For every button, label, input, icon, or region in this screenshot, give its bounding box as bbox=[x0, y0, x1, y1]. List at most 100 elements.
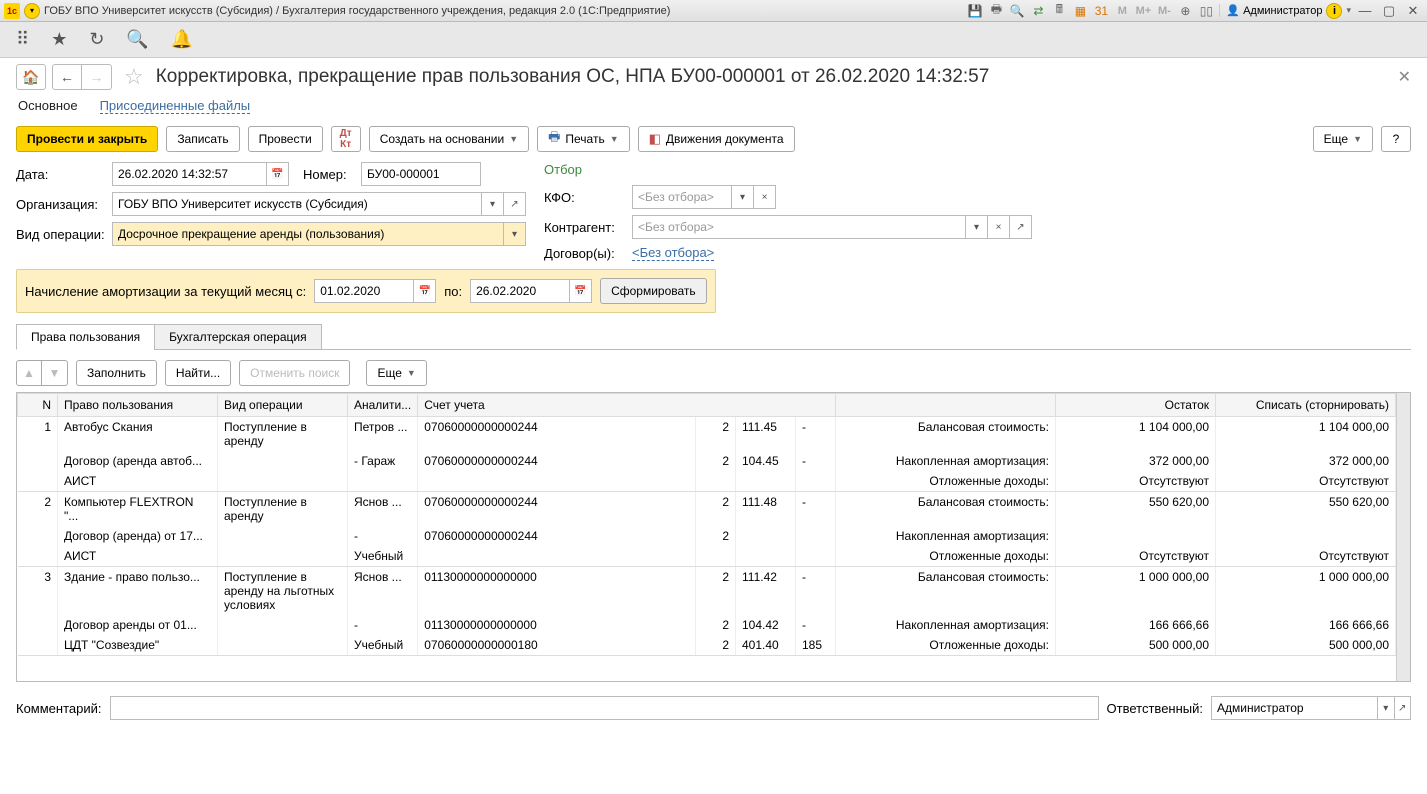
subtab-main[interactable]: Основное bbox=[18, 98, 78, 114]
kfo-input[interactable] bbox=[632, 185, 732, 209]
favorite-icon[interactable]: ★ bbox=[51, 29, 67, 50]
save-icon[interactable]: 💾 bbox=[966, 2, 984, 20]
post-button[interactable]: Провести bbox=[248, 126, 323, 152]
calendar-icon[interactable]: ▦ bbox=[1071, 2, 1089, 20]
dt-kt-button[interactable]: ДтКт bbox=[331, 126, 361, 152]
tab-accounting-operation[interactable]: Бухгалтерская операция bbox=[154, 324, 321, 350]
number-input[interactable] bbox=[361, 162, 481, 186]
amort-to-input[interactable] bbox=[470, 279, 570, 303]
table-row[interactable]: Договор (аренда) от 17...-07060000000000… bbox=[18, 526, 1396, 546]
calendar31-icon[interactable]: 31 bbox=[1092, 2, 1110, 20]
col-usage[interactable]: Право пользования bbox=[58, 394, 218, 417]
zoom-icon[interactable]: ⊕ bbox=[1176, 2, 1194, 20]
table-row[interactable]: 1Автобус СканияПоступление в арендуПетро… bbox=[18, 417, 1396, 452]
help-button[interactable]: ? bbox=[1381, 126, 1411, 152]
dog-link[interactable]: <Без отбора> bbox=[632, 245, 714, 261]
col-remain[interactable]: Остаток bbox=[1056, 394, 1216, 417]
contr-open-button[interactable]: ↗ bbox=[1010, 215, 1032, 239]
amort-from-input[interactable] bbox=[314, 279, 414, 303]
col-num[interactable]: N bbox=[18, 394, 58, 417]
responsible-input[interactable] bbox=[1211, 696, 1378, 720]
write-button[interactable]: Записать bbox=[166, 126, 239, 152]
find-button[interactable]: Найти... bbox=[165, 360, 231, 386]
col-account[interactable]: Счет учета bbox=[418, 394, 836, 417]
comment-input[interactable] bbox=[110, 696, 1099, 720]
generate-button[interactable]: Сформировать bbox=[600, 278, 707, 304]
create-based-button[interactable]: Создать на основании▼ bbox=[369, 126, 529, 152]
responsible-label: Ответственный: bbox=[1107, 701, 1203, 716]
col-op[interactable]: Вид операции bbox=[218, 394, 348, 417]
fill-button[interactable]: Заполнить bbox=[76, 360, 157, 386]
tab-usage-rights[interactable]: Права пользования bbox=[16, 324, 155, 350]
table-header-row: N Право пользования Вид операции Аналити… bbox=[18, 394, 1396, 417]
panels-icon[interactable]: ▯▯ bbox=[1197, 2, 1215, 20]
number-label: Номер: bbox=[303, 167, 355, 182]
move-down-button[interactable]: ▼ bbox=[42, 360, 68, 386]
amort-to-cal-button[interactable]: 📅 bbox=[570, 279, 592, 303]
main-menu-dropdown[interactable]: ▾ bbox=[24, 3, 40, 19]
history-icon[interactable]: ↻ bbox=[89, 29, 104, 50]
back-button[interactable]: ← bbox=[52, 64, 82, 90]
col-analytic[interactable]: Аналити... bbox=[348, 394, 418, 417]
col-remain-label[interactable] bbox=[836, 394, 1056, 417]
apps-icon[interactable]: ⠿ bbox=[16, 29, 29, 50]
responsible-open-button[interactable]: ↗ bbox=[1395, 696, 1412, 720]
contr-input[interactable] bbox=[632, 215, 966, 239]
table-row[interactable]: АИСТОтложенные доходы:ОтсутствуютОтсутст… bbox=[18, 471, 1396, 492]
optype-dropdown-button[interactable]: ▾ bbox=[504, 222, 526, 246]
optype-input[interactable] bbox=[112, 222, 504, 246]
document-close-button[interactable]: ✕ bbox=[1398, 67, 1411, 87]
user-block[interactable]: 👤 Администратор bbox=[1219, 4, 1322, 17]
maximize-button[interactable]: ▢ bbox=[1379, 3, 1399, 19]
responsible-dropdown-button[interactable]: ▾ bbox=[1378, 696, 1395, 720]
user-icon: 👤 bbox=[1226, 4, 1240, 17]
document-title: Корректировка, прекращение прав пользова… bbox=[156, 66, 990, 88]
move-up-button[interactable]: ▲ bbox=[16, 360, 42, 386]
table-more-button[interactable]: Еще▼ bbox=[366, 360, 426, 386]
home-button[interactable]: 🏠 bbox=[16, 64, 46, 90]
kfo-dropdown-button[interactable]: ▾ bbox=[732, 185, 754, 209]
table-row[interactable]: ЦДТ "Созвездие"Учебный070600000000001802… bbox=[18, 635, 1396, 656]
more-button[interactable]: Еще▼ bbox=[1313, 126, 1373, 152]
movements-button[interactable]: ◧Движения документа bbox=[638, 126, 795, 152]
org-dropdown-button[interactable]: ▾ bbox=[482, 192, 504, 216]
forward-button[interactable]: → bbox=[82, 64, 112, 90]
notifications-icon[interactable]: 🔔 bbox=[171, 29, 193, 50]
user-name: Администратор bbox=[1243, 5, 1322, 17]
kfo-clear-button[interactable]: × bbox=[754, 185, 776, 209]
m-minus-icon[interactable]: M- bbox=[1155, 2, 1173, 20]
date-input[interactable] bbox=[112, 162, 267, 186]
minimize-button[interactable]: — bbox=[1355, 3, 1375, 18]
table-row[interactable]: 3Здание - право пользо...Поступление в а… bbox=[18, 567, 1396, 616]
star-toggle-icon[interactable]: ☆ bbox=[124, 64, 144, 90]
m-icon[interactable]: M bbox=[1113, 2, 1131, 20]
usage-rights-table: N Право пользования Вид операции Аналити… bbox=[17, 393, 1396, 656]
print-button[interactable]: 🖶Печать▼ bbox=[537, 126, 630, 152]
org-label: Организация: bbox=[16, 197, 106, 212]
cancel-search-button[interactable]: Отменить поиск bbox=[239, 360, 350, 386]
table-row[interactable]: 2Компьютер FLEXTRON "...Поступление в ар… bbox=[18, 492, 1396, 527]
post-and-close-button[interactable]: Провести и закрыть bbox=[16, 126, 158, 152]
table-container: N Право пользования Вид операции Аналити… bbox=[16, 392, 1411, 682]
m-plus-icon[interactable]: M+ bbox=[1134, 2, 1152, 20]
print-quick-icon[interactable]: 🖶 bbox=[987, 2, 1005, 20]
search-icon[interactable]: 🔍 bbox=[126, 29, 148, 50]
org-open-button[interactable]: ↗ bbox=[504, 192, 526, 216]
table-row[interactable]: Договор аренды от 01...-0113000000000000… bbox=[18, 615, 1396, 635]
date-calendar-button[interactable]: 📅 bbox=[267, 162, 289, 186]
preview-icon[interactable]: 🔍 bbox=[1008, 2, 1026, 20]
compare-icon[interactable]: ⇄ bbox=[1029, 2, 1047, 20]
vertical-scrollbar[interactable] bbox=[1396, 393, 1410, 681]
table-row[interactable]: Договор (аренда автоб...- Гараж070600000… bbox=[18, 451, 1396, 471]
info-icon[interactable]: i bbox=[1326, 3, 1342, 19]
window-close-button[interactable]: ✕ bbox=[1403, 3, 1423, 19]
amort-from-cal-button[interactable]: 📅 bbox=[414, 279, 436, 303]
calculator-icon[interactable]: 🖩 bbox=[1050, 2, 1068, 20]
table-row[interactable]: АИСТУчебныйОтложенные доходы:Отсутствуют… bbox=[18, 546, 1396, 567]
org-input[interactable] bbox=[112, 192, 482, 216]
contr-clear-button[interactable]: × bbox=[988, 215, 1010, 239]
col-writeoff[interactable]: Списать (сторнировать) bbox=[1216, 394, 1396, 417]
subtab-attached[interactable]: Присоединенные файлы bbox=[100, 98, 251, 114]
contr-dropdown-button[interactable]: ▾ bbox=[966, 215, 988, 239]
window-title: ГОБУ ВПО Университет искусств (Субсидия)… bbox=[44, 5, 962, 17]
